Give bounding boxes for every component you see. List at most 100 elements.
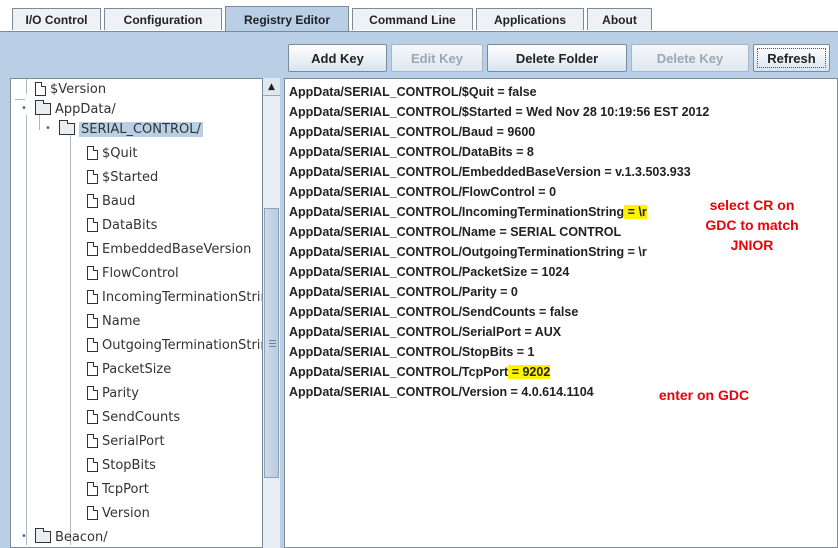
tree-node-label: $Quit	[102, 145, 138, 161]
file-icon	[87, 410, 98, 424]
tree-node-label: SERIAL_CONTROL/	[79, 121, 203, 137]
file-icon	[87, 194, 98, 208]
file-icon	[87, 386, 98, 400]
tree-node-serial-control[interactable]: • SERIAL_CONTROL/	[43, 119, 203, 139]
delete-folder-button[interactable]: Delete Folder	[487, 44, 627, 72]
tree-node-label: Parity	[102, 385, 139, 401]
file-icon	[87, 218, 98, 232]
tree-node-label: EmbeddedBaseVersion	[102, 241, 252, 257]
tree-node-key[interactable]: $Started	[87, 167, 158, 187]
tree-node-label: Version	[102, 505, 150, 521]
tree-node-version-top[interactable]: $Version	[15, 79, 107, 100]
tree-node-key[interactable]: TcpPort	[87, 479, 149, 499]
tree-node-label: FlowControl	[102, 265, 179, 281]
tree-node-label: SendCounts	[102, 409, 181, 425]
file-icon	[87, 482, 98, 496]
tree-node-key[interactable]: EmbeddedBaseVersion	[87, 239, 251, 259]
tree-node-beacon[interactable]: • Beacon/	[19, 527, 108, 547]
tree-node-label: IncomingTerminationString	[102, 289, 277, 305]
tree-node-key[interactable]: PacketSize	[87, 359, 171, 379]
delete-key-button[interactable]: Delete Key	[631, 44, 749, 72]
collapsed-toggle-icon[interactable]: •	[19, 532, 29, 542]
registry-entry[interactable]: AppData/SERIAL_CONTROL/$Quit = false	[289, 82, 537, 102]
file-icon	[87, 434, 98, 448]
tree-node-key[interactable]: $Quit	[87, 143, 137, 163]
tree-node-key[interactable]: FlowControl	[87, 263, 179, 283]
file-icon	[87, 506, 98, 520]
file-icon	[87, 338, 98, 352]
tree-connector	[26, 115, 27, 545]
registry-entry[interactable]: AppData/SERIAL_CONTROL/Version = 4.0.614…	[289, 382, 594, 402]
tab-command-line[interactable]: Command Line	[352, 8, 473, 30]
tab-bar: I/O Control Configuration Registry Edito…	[0, 0, 838, 32]
tree-node-label: StopBits	[102, 457, 156, 473]
registry-entry[interactable]: AppData/SERIAL_CONTROL/FlowControl = 0	[289, 182, 556, 202]
tree-node-key[interactable]: OutgoingTerminationString	[87, 335, 277, 355]
scroll-up-arrow-icon[interactable]: ▲	[263, 78, 280, 96]
tree-node-key[interactable]: SerialPort	[87, 431, 165, 451]
registry-entry[interactable]: AppData/SERIAL_CONTROL/Parity = 0	[289, 282, 518, 302]
registry-entry[interactable]: AppData/SERIAL_CONTROL/SerialPort = AUX	[289, 322, 561, 342]
tree-node-key[interactable]: Parity	[87, 383, 139, 403]
registry-entry[interactable]: AppData/SERIAL_CONTROL/SendCounts = fals…	[289, 302, 578, 322]
highlighted-value: = \r	[624, 205, 647, 219]
tab-applications[interactable]: Applications	[476, 8, 584, 30]
tab-about[interactable]: About	[587, 8, 652, 30]
file-icon	[87, 266, 98, 280]
registry-entry[interactable]: AppData/SERIAL_CONTROL/StopBits = 1	[289, 342, 535, 362]
registry-entry-incoming[interactable]: AppData/SERIAL_CONTROL/IncomingTerminati…	[289, 202, 647, 222]
registry-entry[interactable]: AppData/SERIAL_CONTROL/Baud = 9600	[289, 122, 535, 142]
annotation-line: JNIOR	[730, 237, 774, 253]
refresh-button[interactable]: Refresh	[753, 44, 830, 72]
folder-icon	[35, 100, 51, 115]
registry-entry-tcpport[interactable]: AppData/SERIAL_CONTROL/TcpPort = 9202	[289, 362, 551, 382]
registry-entry[interactable]: AppData/SERIAL_CONTROL/EmbeddedBaseVersi…	[289, 162, 691, 182]
folder-icon	[35, 528, 51, 543]
registry-entry-key: AppData/SERIAL_CONTROL/IncomingTerminati…	[289, 205, 625, 219]
tree-node-label: DataBits	[102, 217, 158, 233]
tree-node-label: TcpPort	[102, 481, 149, 497]
tree-node-key[interactable]: SendCounts	[87, 407, 180, 427]
tab-registry-editor[interactable]: Registry Editor	[225, 6, 349, 32]
tree-node-label: Baud	[102, 193, 136, 209]
file-icon	[35, 82, 46, 96]
tree-node-key[interactable]: Version	[87, 503, 150, 523]
annotation-tcp-note: enter on GDC	[658, 387, 750, 403]
tree-node-key[interactable]: DataBits	[87, 215, 157, 235]
registry-tree[interactable]: $Version • AppData/ • SERIAL_CONTROL/ $Q…	[10, 78, 280, 548]
folder-icon	[59, 120, 75, 135]
tree-node-key[interactable]: IncomingTerminationString	[87, 287, 277, 307]
registry-entry[interactable]: AppData/SERIAL_CONTROL/Name = SERIAL CON…	[289, 222, 621, 242]
file-icon	[87, 242, 98, 256]
edit-key-button[interactable]: Edit Key	[391, 44, 483, 72]
scroll-thumb[interactable]	[264, 208, 279, 478]
registry-entry-key: AppData/SERIAL_CONTROL/TcpPort	[289, 365, 509, 379]
tree-scrollbar[interactable]: ▲	[262, 78, 280, 548]
annotation-cr-note: select CR on GDC to match JNIOR	[667, 195, 837, 255]
tree-node-label: PacketSize	[102, 361, 172, 377]
tab-io-control[interactable]: I/O Control	[12, 8, 101, 30]
registry-entry[interactable]: AppData/SERIAL_CONTROL/PacketSize = 1024	[289, 262, 569, 282]
registry-entry[interactable]: AppData/SERIAL_CONTROL/OutgoingTerminati…	[289, 242, 647, 262]
toolbar: Add Key Edit Key Delete Folder Delete Ke…	[0, 32, 838, 74]
file-icon	[87, 146, 98, 160]
tree-node-key[interactable]: Name	[87, 311, 140, 331]
tree-node-key[interactable]: StopBits	[87, 455, 156, 475]
annotation-line: select CR on	[709, 197, 795, 213]
tab-configuration[interactable]: Configuration	[104, 8, 222, 30]
tree-node-label: $Version	[50, 81, 107, 97]
expanded-toggle-icon[interactable]: •	[43, 124, 53, 134]
file-icon	[87, 170, 98, 184]
tree-node-appdata[interactable]: • AppData/	[19, 99, 116, 119]
tree-node-key[interactable]: Baud	[87, 191, 135, 211]
registry-entry[interactable]: AppData/SERIAL_CONTROL/$Started = Wed No…	[289, 102, 709, 122]
registry-values-list[interactable]: AppData/SERIAL_CONTROL/$Quit = false App…	[284, 78, 838, 548]
registry-editor-panel: Add Key Edit Key Delete Folder Delete Ke…	[0, 32, 838, 548]
add-key-button[interactable]: Add Key	[288, 44, 387, 72]
file-icon	[87, 458, 98, 472]
expanded-toggle-icon[interactable]: •	[19, 104, 29, 114]
tree-node-label: $Started	[102, 169, 159, 185]
file-icon	[87, 362, 98, 376]
tree-node-label: OutgoingTerminationString	[102, 337, 277, 353]
registry-entry[interactable]: AppData/SERIAL_CONTROL/DataBits = 8	[289, 142, 534, 162]
